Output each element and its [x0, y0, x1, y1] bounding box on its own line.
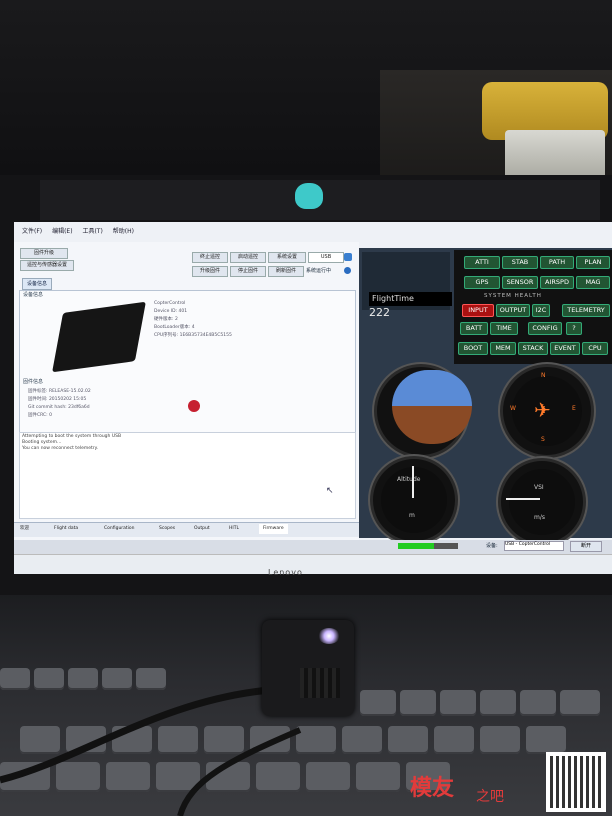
aircraft-icon: ✈	[534, 398, 551, 422]
menu-edit[interactable]: 编辑(E)	[52, 228, 72, 235]
upgrade-firmware-button[interactable]: 升级固件	[192, 266, 228, 277]
board-line: CopterControl	[154, 301, 186, 306]
watermark-suffix: 之吧	[476, 789, 504, 805]
output-status: OUTPUT	[496, 304, 530, 317]
sensor-status: SENSOR	[502, 276, 538, 289]
plan-status: PLAN	[576, 256, 610, 269]
device-label: 设备:	[486, 543, 498, 549]
unknown-status: ?	[566, 322, 582, 335]
watermark-logo: 模友	[410, 776, 455, 801]
tab-firmware[interactable]: Firmware	[259, 524, 288, 534]
device-info-label: 设备信息	[23, 292, 44, 298]
board-line: BootLoader版本: 4	[154, 325, 195, 330]
vsi-label: VSI	[534, 484, 544, 491]
board-line: CPU序列号: 1E6B35734E4B5C5155	[154, 333, 232, 338]
system-health-title: SYSTEM HEALTH	[484, 293, 542, 299]
stop-rc-button[interactable]: 终止遥控	[192, 252, 228, 263]
tab-welcome[interactable]: 欢迎	[20, 524, 29, 534]
tab-configuration[interactable]: Configuration	[104, 524, 135, 534]
status-indicator-icon	[188, 400, 200, 412]
cpu-status: CPU	[582, 342, 608, 355]
boot-status: BOOT	[458, 342, 488, 355]
config-status: CONFIG	[528, 322, 562, 335]
stop-firmware-button[interactable]: 停止固件	[230, 266, 266, 277]
i2c-status: I2C	[532, 304, 550, 317]
telemetry-meter	[398, 543, 458, 549]
altitude-needle	[412, 466, 414, 498]
tab-scopes[interactable]: Scopes	[159, 524, 175, 534]
tab-flight-data[interactable]: Flight data	[54, 524, 78, 534]
help-icon[interactable]	[344, 267, 351, 274]
gps-status: GPS	[464, 276, 500, 289]
vsi-unit: m/s	[534, 514, 545, 521]
tab-device-info[interactable]: 设备信息	[22, 278, 52, 290]
device-select[interactable]: USB - CopterControl	[504, 541, 564, 551]
status-led-icon	[318, 628, 340, 644]
laptop-screen: 文件(F) 编辑(E) 工具(T) 帮助(H) 固件升级 遥控与传感器设置 终止…	[14, 222, 612, 574]
compass-east: E	[572, 405, 576, 412]
altitude-label: Altitude	[397, 476, 421, 483]
laptop-brand: Lenovo	[268, 568, 303, 577]
stab-status: STAB	[502, 256, 538, 269]
port-dropdown[interactable]: USB	[308, 252, 344, 263]
compass-south: S	[541, 436, 545, 443]
vsi-gauge	[498, 458, 586, 546]
refresh-icon[interactable]	[344, 253, 352, 261]
batt-status: BATT	[460, 322, 488, 335]
menu-help[interactable]: 帮助(H)	[113, 228, 134, 235]
tab-output[interactable]: Output	[194, 524, 210, 534]
disconnect-button[interactable]: 断开	[570, 541, 602, 552]
menu-bar: 文件(F) 编辑(E) 工具(T) 帮助(H)	[14, 226, 612, 238]
console-line: You can now reconnect telemetry.	[22, 446, 99, 451]
pin-header	[300, 668, 340, 698]
board-line: Device ID: 401	[154, 309, 188, 314]
fw-line: 固件CRC: 0	[28, 413, 52, 418]
white-container	[505, 130, 605, 180]
flash-firmware-button[interactable]: 刷新固件	[268, 266, 304, 277]
firmware-upgrade-button[interactable]: 固件升级	[20, 248, 68, 259]
board-details: CopterControl Device ID: 401 硬件版本: 2 Boo…	[154, 300, 344, 340]
telemetry-status: TELEMETRY	[562, 304, 610, 317]
figurine	[295, 183, 323, 209]
mem-status: MEM	[490, 342, 516, 355]
qr-code-pattern	[550, 756, 602, 808]
menu-tools[interactable]: 工具(T)	[82, 228, 102, 235]
mouse-cursor-icon: ↖	[326, 486, 334, 496]
compass-west: W	[510, 405, 516, 412]
altitude-gauge	[370, 456, 458, 544]
board-line: 硬件版本: 2	[154, 317, 178, 322]
time-status: TIME	[490, 322, 518, 335]
atti-status: ATTI	[464, 256, 500, 269]
mag-status: MAG	[576, 276, 610, 289]
system-settings-button[interactable]: 系统设置	[268, 252, 306, 263]
vsi-needle	[506, 498, 540, 500]
firmware-info-label: 固件信息	[23, 379, 44, 385]
fw-line: 固件标签: RELEASE-15.02.02	[28, 389, 91, 394]
airspd-status: AIRSPD	[540, 276, 574, 289]
rc-sensor-setup-button[interactable]: 遥控与传感器设置	[20, 260, 74, 271]
console-text: Attempting to boot the system through US…	[22, 434, 342, 452]
compass-north: N	[541, 372, 546, 379]
start-rc-button[interactable]: 启动遥控	[230, 252, 266, 263]
menu-file[interactable]: 文件(F)	[22, 228, 42, 235]
tab-hitl[interactable]: HITL	[229, 524, 239, 534]
system-running-status: 系统运行中	[306, 268, 332, 274]
path-status: PATH	[540, 256, 574, 269]
event-status: EVENT	[550, 342, 580, 355]
altitude-unit: m	[409, 512, 415, 519]
stack-status: STACK	[518, 342, 548, 355]
input-status: INPUT	[462, 304, 494, 317]
flight-time-label: FlightTime	[369, 292, 452, 306]
flight-time-value: 222	[369, 306, 390, 319]
